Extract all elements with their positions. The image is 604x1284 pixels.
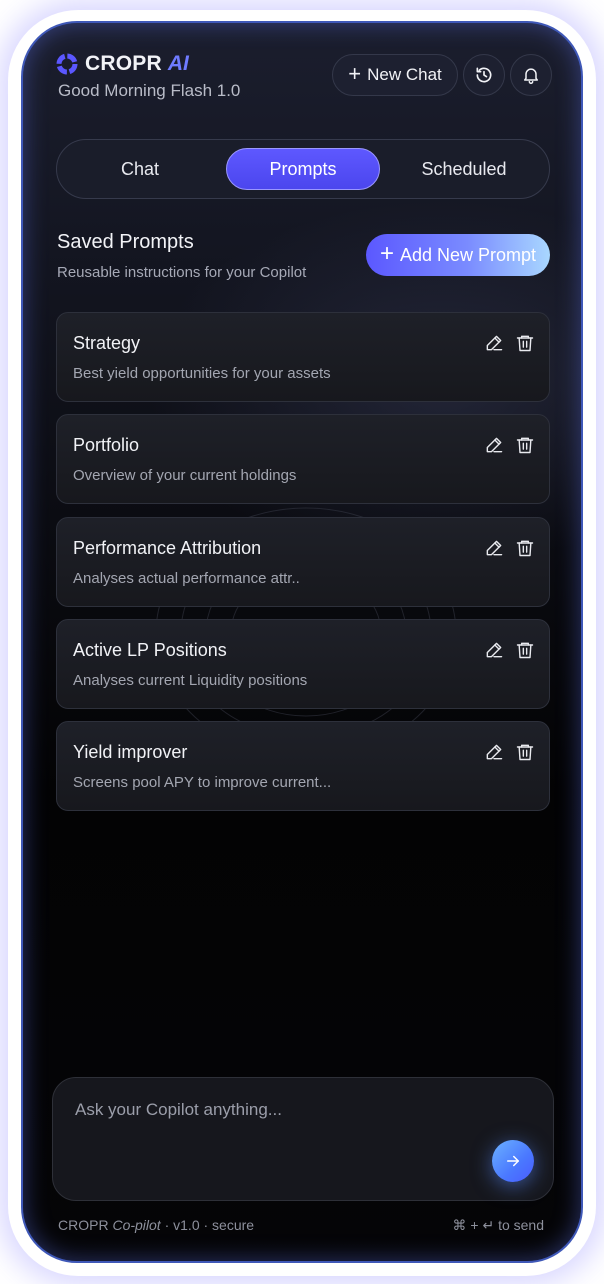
new-chat-label: New Chat bbox=[367, 65, 442, 84]
footer-brand: CROPR bbox=[58, 1217, 109, 1233]
notifications-button[interactable] bbox=[510, 54, 552, 96]
plus-icon: + bbox=[348, 61, 362, 86]
plus-icon: + bbox=[379, 240, 394, 267]
tab-scheduled[interactable]: Scheduled bbox=[387, 148, 541, 190]
pencil-icon[interactable] bbox=[484, 538, 504, 558]
history-button[interactable] bbox=[463, 54, 505, 96]
prompt-title: Yield improver bbox=[73, 742, 188, 762]
pencil-icon[interactable] bbox=[484, 333, 504, 353]
brand-suffix: AI bbox=[167, 52, 189, 75]
send-shortcut-hint: ⌘ + ↵ to send bbox=[452, 1217, 545, 1233]
prompt-title: Active LP Positions bbox=[73, 640, 227, 660]
footer-meta: · v1.0 · secure bbox=[164, 1217, 255, 1233]
history-icon bbox=[476, 67, 492, 83]
tab-prompts[interactable]: Prompts bbox=[226, 148, 380, 190]
new-chat-button[interactable]: + New Chat bbox=[332, 54, 458, 96]
pencil-icon[interactable] bbox=[484, 742, 504, 762]
pencil-icon[interactable] bbox=[484, 435, 504, 455]
arrow-right-icon bbox=[507, 1155, 519, 1167]
greeting-text: Good Morning Flash 1.0 bbox=[58, 81, 241, 100]
prompt-card-strategy[interactable]: Strategy Best yield opportunities for yo… bbox=[56, 312, 550, 402]
chat-input[interactable] bbox=[73, 1096, 477, 1124]
cropr-logo-icon bbox=[56, 53, 78, 75]
bell-icon bbox=[524, 68, 538, 85]
brand-logo[interactable]: CROPR AI bbox=[55, 51, 189, 77]
prompt-title: Strategy bbox=[73, 333, 141, 353]
section-title: Saved Prompts bbox=[57, 231, 194, 253]
tab-bar: Chat Prompts Scheduled bbox=[56, 139, 550, 199]
prompt-description: Analyses current Liquidity positions bbox=[73, 672, 308, 689]
prompt-description: Overview of your current holdings bbox=[73, 467, 297, 484]
chat-composer bbox=[52, 1077, 554, 1201]
add-new-prompt-label: Add New Prompt bbox=[399, 244, 537, 265]
prompt-title: Portfolio bbox=[73, 435, 140, 455]
footer-info: CROPR Co-pilot · v1.0 · secure bbox=[58, 1217, 254, 1233]
tab-chat[interactable]: Chat bbox=[65, 148, 215, 190]
prompt-card-yield-improver[interactable]: Yield improver Screens pool APY to impro… bbox=[56, 721, 550, 811]
trash-icon[interactable] bbox=[515, 640, 535, 660]
send-button[interactable] bbox=[492, 1140, 534, 1182]
app-frame: CROPR AI Good Morning Flash 1.0 + New Ch… bbox=[21, 21, 583, 1263]
prompt-card-active-lp-positions[interactable]: Active LP Positions Analyses current Liq… bbox=[56, 619, 550, 709]
footer-product: Co-pilot bbox=[112, 1217, 161, 1233]
pencil-icon[interactable] bbox=[484, 640, 504, 660]
trash-icon[interactable] bbox=[515, 538, 535, 558]
trash-icon[interactable] bbox=[515, 742, 535, 762]
prompt-card-portfolio[interactable]: Portfolio Overview of your current holdi… bbox=[56, 414, 550, 504]
trash-icon[interactable] bbox=[515, 435, 535, 455]
trash-icon[interactable] bbox=[515, 333, 535, 353]
prompt-title: Performance Attribution bbox=[73, 538, 262, 558]
add-new-prompt-button[interactable]: + Add New Prompt bbox=[366, 234, 550, 276]
section-subtitle: Reusable instructions for your Copilot bbox=[57, 264, 307, 281]
prompt-description: Best yield opportunities for your assets bbox=[73, 365, 331, 382]
prompt-card-performance-attribution[interactable]: Performance Attribution Analyses actual … bbox=[56, 517, 550, 607]
prompt-description: Screens pool APY to improve current... bbox=[73, 774, 332, 791]
brand-name: CROPR bbox=[85, 52, 162, 75]
prompt-description: Analyses actual performance attr.. bbox=[73, 570, 300, 587]
